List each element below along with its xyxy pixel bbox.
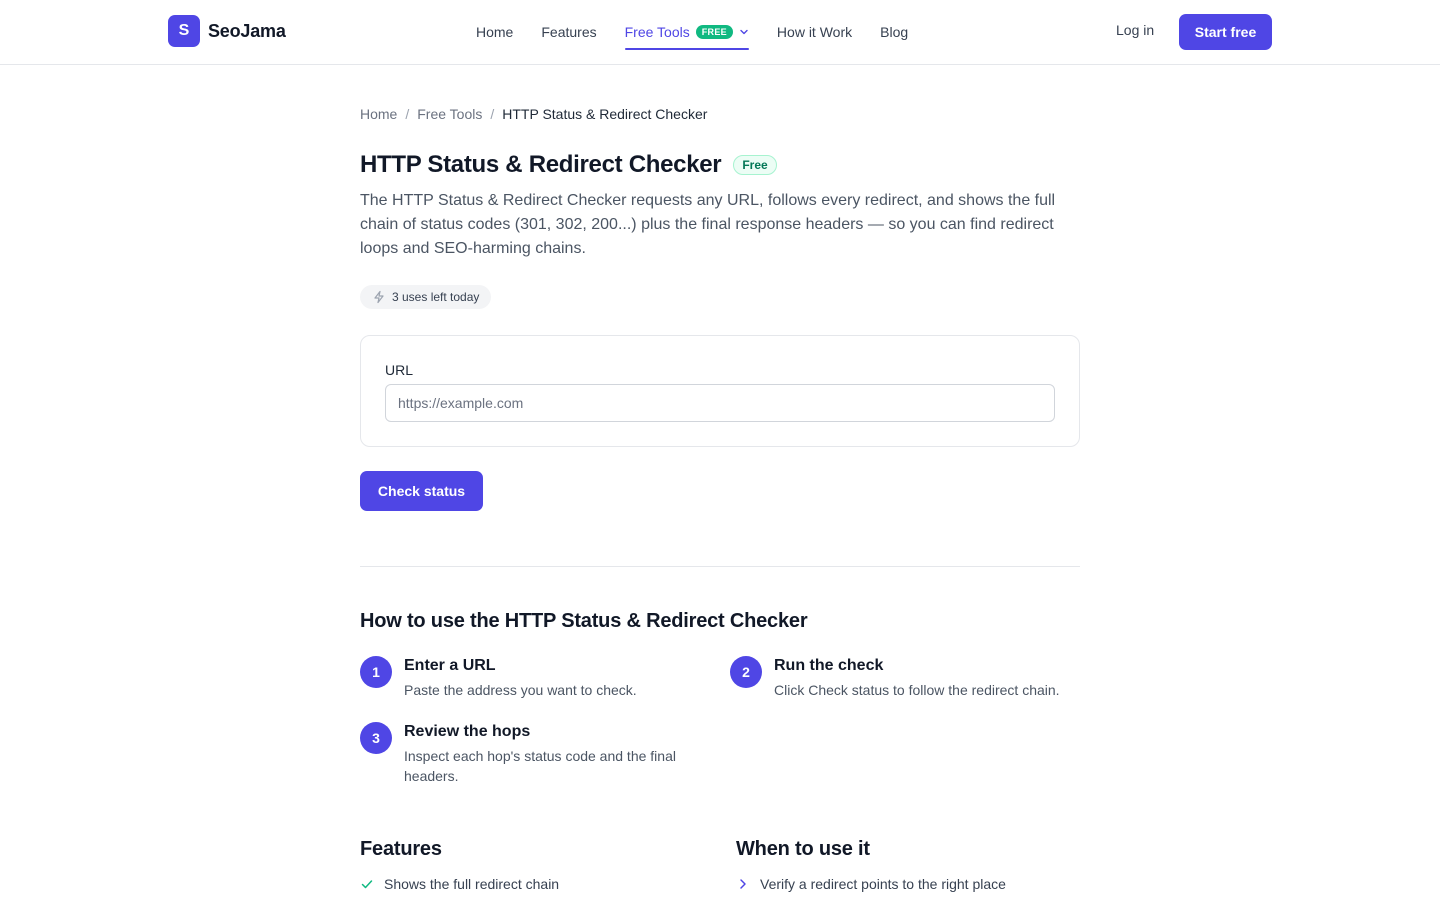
page-description: The HTTP Status & Redirect Checker reque…	[360, 192, 1056, 257]
step-number: 3	[360, 722, 392, 754]
step-title: Review the hops	[404, 723, 531, 740]
breadcrumb-free-tools[interactable]: Free Tools	[417, 106, 482, 122]
main-nav: Home Features Free Tools FREE How it Wor…	[476, 0, 908, 64]
step-number: 2	[730, 656, 762, 688]
step-item: 3 Review the hops Inspect each hop's sta…	[360, 722, 694, 786]
start-free-button[interactable]: Start free	[1179, 14, 1272, 50]
chevron-down-icon	[740, 29, 748, 35]
feature-item-text: Shows the full redirect chain	[384, 876, 560, 892]
nav-item-free-tools[interactable]: Free Tools FREE	[624, 0, 750, 64]
nav-item-home[interactable]: Home	[476, 0, 513, 64]
page-title: HTTP Status & Redirect Checker	[360, 151, 722, 178]
nav-item-how-it-work[interactable]: How it Work	[777, 0, 852, 64]
step-item: 1 Enter a URL Paste the address you want…	[360, 656, 694, 700]
uses-left-text: 3 uses left today	[392, 290, 480, 304]
free-tools-badge: FREE	[695, 25, 733, 39]
when-item-text: Verify a redirect points to the right pl…	[760, 876, 1006, 892]
brand-mark-icon: S	[168, 15, 200, 47]
url-input[interactable]	[385, 384, 1055, 422]
step-title: Run the check	[774, 657, 884, 674]
step-description: Inspect each hop's status code and the f…	[404, 748, 676, 784]
step-description: Click Check status to follow the redirec…	[774, 682, 1060, 698]
brand-name: SeoJama	[208, 20, 286, 41]
section-divider	[360, 566, 1080, 567]
check-icon	[361, 880, 373, 889]
chevron-right-icon	[740, 879, 746, 889]
breadcrumb: Home / Free Tools / HTTP Status & Redire…	[360, 106, 707, 122]
breadcrumb-home[interactable]: Home	[360, 106, 397, 122]
title-row: HTTP Status & Redirect Checker Free	[360, 151, 777, 179]
when-to-use-title: When to use it	[736, 838, 870, 860]
nav-item-features[interactable]: Features	[541, 0, 596, 64]
nav-item-free-tools-label: Free Tools	[624, 24, 690, 40]
url-form-card: URL	[360, 335, 1080, 447]
when-item: Verify a redirect points to the right pl…	[736, 876, 1006, 892]
check-status-button[interactable]: Check status	[360, 471, 483, 511]
step-number: 1	[360, 656, 392, 688]
step-title: Enter a URL	[404, 657, 496, 674]
lightning-icon	[374, 290, 384, 304]
step-item: 2 Run the check Click Check status to fo…	[730, 656, 1104, 700]
nav-item-blog[interactable]: Blog	[880, 0, 908, 64]
step-description: Paste the address you want to check.	[404, 682, 637, 698]
breadcrumb-separator: /	[405, 106, 410, 122]
breadcrumb-current: HTTP Status & Redirect Checker	[502, 106, 708, 122]
site-header: S SeoJama Home Features Free Tools FREE …	[0, 0, 1440, 65]
free-badge: Free	[733, 155, 777, 175]
breadcrumb-separator: /	[490, 106, 495, 122]
url-label: URL	[385, 362, 414, 378]
features-title: Features	[360, 838, 442, 860]
uses-left-badge: 3 uses left today	[360, 285, 492, 309]
howto-title: How to use the HTTP Status & Redirect Ch…	[360, 610, 808, 632]
login-link[interactable]: Log in	[1116, 22, 1154, 38]
brand-logo[interactable]: S SeoJama	[168, 15, 286, 47]
feature-item: Shows the full redirect chain	[360, 876, 559, 892]
